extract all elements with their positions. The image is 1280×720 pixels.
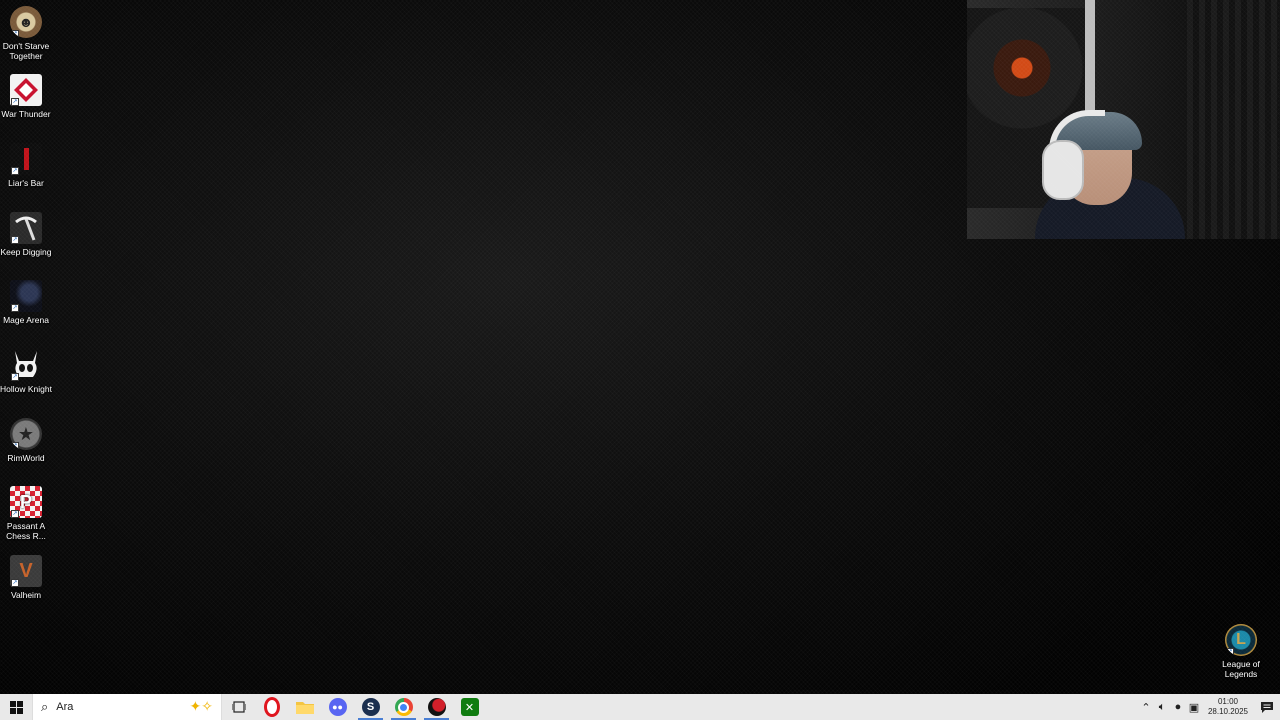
speaker-icon[interactable]: 🔈︎ [1154,701,1170,714]
folder-icon [295,702,314,714]
desktop: ☻ ↗ Don't Starve Together ↗ War Thunder … [0,0,1280,694]
league-of-legends-icon: L ↗ [1225,624,1257,656]
desktop-icon-hollow-knight[interactable]: ↗ Hollow Knight [0,349,52,394]
clock-date: 28.10.2025 [1207,707,1249,716]
desktop-icon-league-of-legends[interactable]: L ↗ League of Legends [1215,624,1267,679]
search-placeholder: Ara [56,701,74,713]
system-tray: ⌃ 🔈︎ ● ▣ 01:00 28.10.2025 [1138,694,1280,720]
microphone-icon[interactable]: ● [1170,701,1186,713]
war-thunder-icon: ↗ [10,74,42,106]
start-button[interactable] [0,694,32,720]
headphones [1042,140,1084,200]
desktop-icon-passant[interactable]: P ↗ Passant A Chess R... [0,486,52,541]
chrome-icon [394,698,413,716]
desktop-icon-label: Mage Arena [3,315,49,325]
pickaxe-icon: ↗ [10,212,42,244]
desktop-icon-label: Passant A Chess R... [6,521,46,541]
desktop-icon-label: Don't Starve Together [2,41,50,61]
webcam-overlay [967,0,1280,239]
opera-icon [263,697,280,717]
desktop-icon-keep-digging[interactable]: ↗ Keep Digging [0,212,52,257]
dont-starve-icon: ☻ ↗ [10,6,42,38]
desktop-icon-war-thunder[interactable]: ↗ War Thunder [0,74,52,119]
desktop-icon-liars-bar[interactable]: ↗ Liar's Bar [0,143,52,188]
rimworld-icon: ★ ↗ [10,418,42,450]
taskbar-discord[interactable]: ●● [321,694,354,720]
desktop-icon-label: Keep Digging [0,247,52,257]
desktop-icon-mage-arena[interactable]: ↗ Mage Arena [0,280,52,325]
taskbar-xbox[interactable]: ✕ [453,694,486,720]
valheim-icon: V ↗ [10,555,42,587]
taskbar-opera[interactable] [255,694,288,720]
notification-button[interactable] [1254,701,1280,713]
chevron-up-icon[interactable]: ⌃ [1138,701,1154,714]
desktop-icon-label: RimWorld [7,453,45,463]
windows-icon [9,700,23,714]
steam-icon: S [361,698,380,716]
hollow-knight-icon: ↗ [10,349,42,381]
taskbar: ⌕ Ara ✦✧ ●● S ✕ ⌃ 🔈︎ ● ▣ 01:00 28.10.202… [0,694,1280,720]
desktop-icon-label: League of Legends [1222,659,1260,679]
taskbar-chrome[interactable] [387,694,420,720]
clock-time: 01:00 [1217,697,1239,706]
desktop-icon-label: War Thunder [1,109,51,119]
taskbar-file-explorer[interactable] [288,694,321,720]
taskbar-search-box[interactable]: ⌕ Ara ✦✧ [32,694,222,720]
display-icon[interactable]: ▣ [1186,701,1202,714]
passant-icon: P ↗ [10,486,42,518]
taskbar-task-view[interactable] [222,694,255,720]
desktop-icon-label: Valheim [10,590,42,600]
desktop-icon-valheim[interactable]: V ↗ Valheim [0,555,52,600]
liars-bar-icon: ↗ [10,143,42,175]
mage-arena-icon: ↗ [10,280,42,312]
search-icon: ⌕ [41,699,49,714]
taskbar-steam[interactable]: S [354,694,387,720]
desktop-icon-label: Hollow Knight [0,384,52,394]
desktop-icon-label: Liar's Bar [8,178,44,188]
desktop-icon-rimworld[interactable]: ★ ↗ RimWorld [0,418,52,463]
discord-icon: ●● [328,698,347,716]
task-view-icon [231,701,246,713]
taskbar-red-app[interactable] [420,694,453,720]
xbox-icon: ✕ [460,698,479,716]
red-app-icon [427,698,446,716]
desktop-icon-dont-starve[interactable]: ☻ ↗ Don't Starve Together [0,6,52,61]
taskbar-clock[interactable]: 01:00 28.10.2025 [1206,697,1250,717]
notification-icon [1261,701,1273,713]
search-highlight-icon[interactable]: ✦✧ [190,698,213,715]
